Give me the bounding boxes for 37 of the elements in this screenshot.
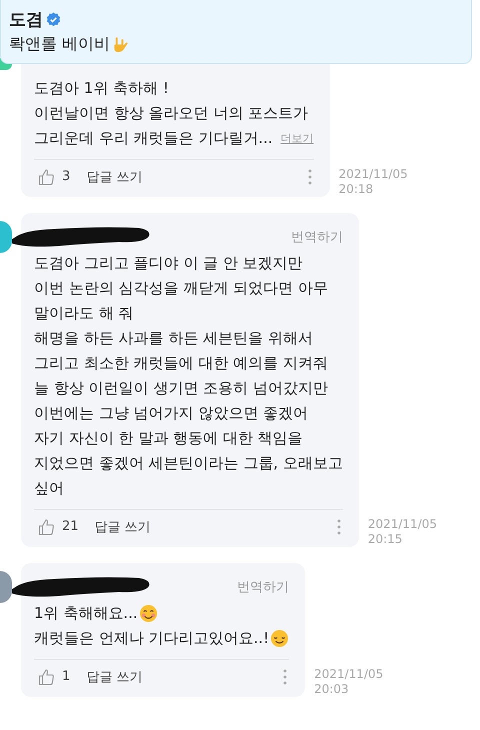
like-count: 21 — [62, 519, 79, 534]
comment-text: 이번 논란의 심각성을 깨닫게 되었다면 아무 — [34, 278, 328, 299]
reply-button[interactable]: 답글 쓰기 — [86, 168, 142, 186]
like-count: 3 — [62, 169, 70, 184]
avatar[interactable] — [0, 571, 12, 603]
reply-button[interactable]: 답글 쓰기 — [86, 668, 142, 686]
reply-button[interactable]: 답글 쓰기 — [94, 518, 151, 536]
comment-date: 2021/11/05 — [314, 667, 384, 682]
comment-text: 말이라도 해 줘 — [34, 303, 134, 324]
more-options-icon[interactable] — [336, 518, 341, 534]
comment-text: 캐럿들은 언제나 기다리고있어요..! — [34, 628, 270, 649]
more-options-icon[interactable] — [283, 668, 288, 684]
comment-text: 지었으면 좋겠어 세븐틴이라는 그룹, 오래보고 — [34, 453, 343, 474]
comment-text: 그리고 최소한 캐럿들에 대한 예의를 지켜줘 — [34, 353, 328, 374]
comment-text: 도겸아 그리고 플디야 이 글 안 보겠지만 — [34, 253, 303, 274]
comment-text: 이번에는 그냥 넘어가지 않았으면 좋겠어 — [34, 403, 308, 424]
comment-text: 자기 자신이 한 말과 행동에 대한 책임을 — [34, 428, 303, 449]
pinned-reply-text: 롹앤롤 베이비 — [9, 34, 110, 55]
comment-time: 20:15 — [368, 532, 404, 547]
comment-text: 해명을 하든 사과를 하든 세븐틴을 위해서 — [34, 328, 313, 349]
comment-text: 1위 축해해요... — [34, 603, 138, 624]
comment-time: 20:18 — [338, 182, 374, 197]
comment-text: 싶어 — [34, 478, 64, 499]
like-count: 1 — [62, 669, 70, 684]
comment-date: 2021/11/05 — [368, 517, 438, 532]
thumbs-up-icon[interactable] — [38, 168, 56, 186]
thumbs-up-icon[interactable] — [38, 518, 56, 536]
comment-date: 2021/11/05 — [338, 167, 408, 182]
comment-text: 이런날이면 항상 올라오던 너의 포스트가 — [34, 103, 308, 124]
comment-text: 그리운데 우리 캐럿들은 기다릴거... — [34, 128, 273, 149]
author-name: 도겸 — [9, 9, 43, 31]
thumbs-up-icon[interactable] — [38, 668, 56, 686]
comment-time: 20:03 — [314, 682, 350, 697]
avatar[interactable] — [0, 221, 12, 253]
comment-text: 늘 항상 이런일이 생기면 조용히 넘어갔지만 — [34, 378, 328, 399]
more-options-icon[interactable] — [308, 168, 312, 184]
comment-text: 도겸아 1위 축하해 ! — [34, 78, 169, 99]
